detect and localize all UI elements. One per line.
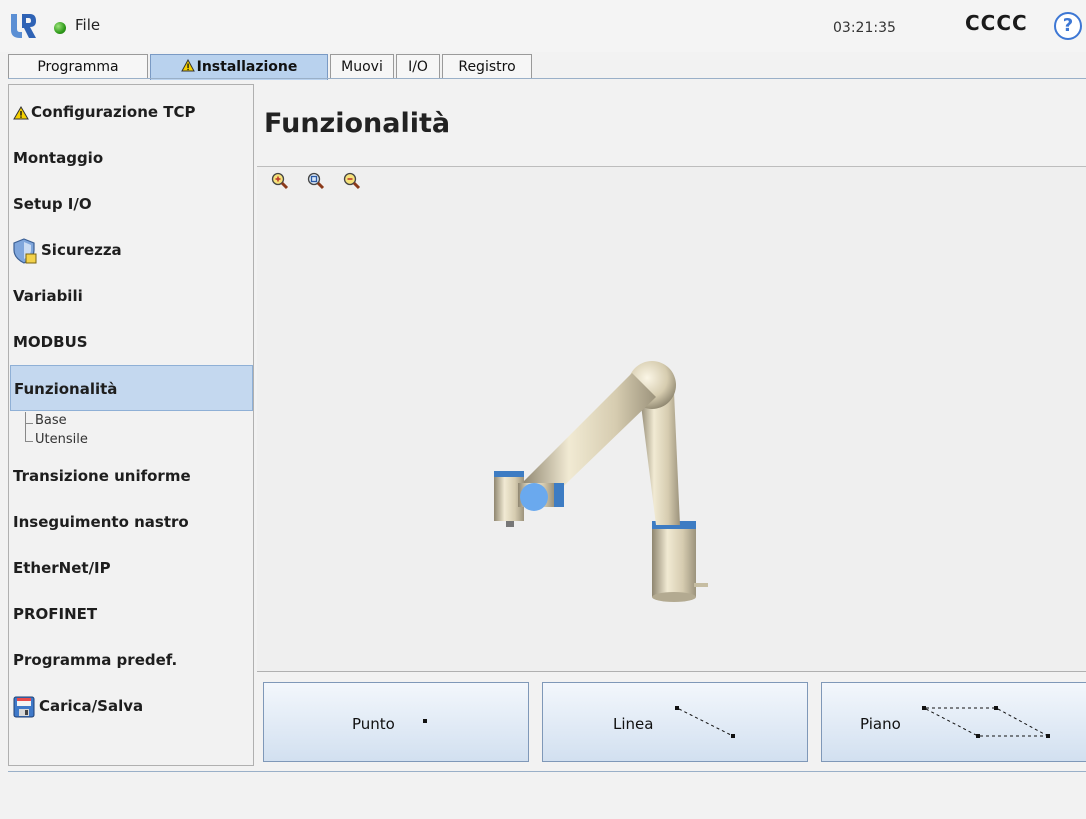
sidebar-item-configurazione-tcp[interactable]: Configurazione TCP [10, 89, 253, 135]
button-label: Piano [860, 715, 901, 733]
sidebar-item-label: Transizione uniforme [13, 467, 191, 485]
sidebar-item-label: Montaggio [13, 149, 104, 167]
warning-icon [180, 58, 195, 72]
sidebar-item-label: Programma predef. [13, 651, 178, 669]
sidebar-item-programma-predef[interactable]: Programma predef. [10, 637, 253, 683]
top-bar: File 03:21:35 CCCC ? [0, 0, 1086, 52]
file-menu[interactable]: File [75, 16, 100, 34]
tab-registro[interactable]: Registro [442, 54, 532, 78]
line-button[interactable]: Linea [542, 682, 808, 762]
sidebar-item-modbus[interactable]: MODBUS [10, 319, 253, 365]
tab-divider [8, 78, 1086, 79]
sidebar-item-label: EtherNet/IP [13, 559, 111, 577]
subitem-utensile[interactable]: Utensile [35, 432, 88, 447]
tab-label: Programma [37, 59, 119, 75]
tab-label: Registro [458, 59, 516, 75]
button-label: Linea [613, 715, 654, 733]
tree-connector [25, 441, 33, 442]
sidebar-item-label: MODBUS [13, 333, 88, 351]
shield-icon [13, 237, 37, 264]
sidebar-item-label: PROFINET [13, 605, 98, 623]
sidebar-item-funzionalita[interactable]: Funzionalità [10, 365, 253, 411]
sidebar-item-montaggio[interactable]: Montaggio [10, 135, 253, 181]
tree-connector [25, 423, 33, 424]
sidebar-item-label: Carica/Salva [39, 697, 144, 715]
point-button[interactable]: Punto [263, 682, 529, 762]
footer-divider [8, 771, 1086, 772]
sidebar-item-label: Variabili [13, 287, 83, 305]
sidebar-item-profinet[interactable]: PROFINET [10, 591, 253, 637]
line-icon [675, 706, 735, 738]
robot-name: CCCC [965, 11, 1028, 35]
sidebar-item-setup-io[interactable]: Setup I/O [10, 181, 253, 227]
plane-icon [922, 706, 1050, 738]
sidebar-item-label: Funzionalità [14, 380, 118, 398]
sidebar-item-ethernet-ip[interactable]: EtherNet/IP [10, 545, 253, 591]
tab-io[interactable]: I/O [396, 54, 440, 78]
zoom-in-icon[interactable] [271, 172, 289, 190]
robot-arm-image [494, 361, 708, 602]
point-icon [423, 719, 427, 723]
button-label: Punto [352, 715, 395, 733]
sidebar: Configurazione TCP Montaggio Setup I/O S… [8, 84, 254, 766]
tab-installazione[interactable]: Installazione [150, 54, 328, 80]
subitem-base[interactable]: Base [35, 413, 67, 428]
robot-3d-view[interactable] [257, 166, 1086, 672]
sidebar-item-transizione-uniforme[interactable]: Transizione uniforme [10, 453, 253, 499]
page-title: Funzionalità [264, 108, 451, 139]
tree-connector [25, 412, 26, 442]
zoom-fit-icon[interactable] [307, 172, 325, 190]
zoom-out-icon[interactable] [343, 172, 361, 190]
floppy-disk-icon [13, 696, 35, 717]
help-icon[interactable]: ? [1054, 12, 1082, 40]
status-indicator [54, 22, 66, 34]
sidebar-item-inseguimento-nastro[interactable]: Inseguimento nastro [10, 499, 253, 545]
tab-programma[interactable]: Programma [8, 54, 148, 78]
sidebar-item-sicurezza[interactable]: Sicurezza [10, 227, 253, 273]
ur-logo [11, 14, 36, 38]
sidebar-item-label: Configurazione TCP [31, 103, 196, 121]
sidebar-item-label: Sicurezza [41, 241, 122, 259]
tab-muovi[interactable]: Muovi [330, 54, 394, 78]
tab-label: Muovi [341, 59, 383, 75]
plane-button[interactable]: Piano [821, 682, 1086, 762]
sidebar-item-variabili[interactable]: Variabili [10, 273, 253, 319]
tab-label: I/O [408, 59, 428, 75]
sidebar-item-label: Inseguimento nastro [13, 513, 189, 531]
clock: 03:21:35 [833, 20, 896, 36]
warning-icon [13, 105, 29, 119]
sidebar-item-label: Setup I/O [13, 195, 92, 213]
tab-label: Installazione [196, 59, 298, 75]
sidebar-item-carica-salva[interactable]: Carica/Salva [10, 683, 253, 729]
